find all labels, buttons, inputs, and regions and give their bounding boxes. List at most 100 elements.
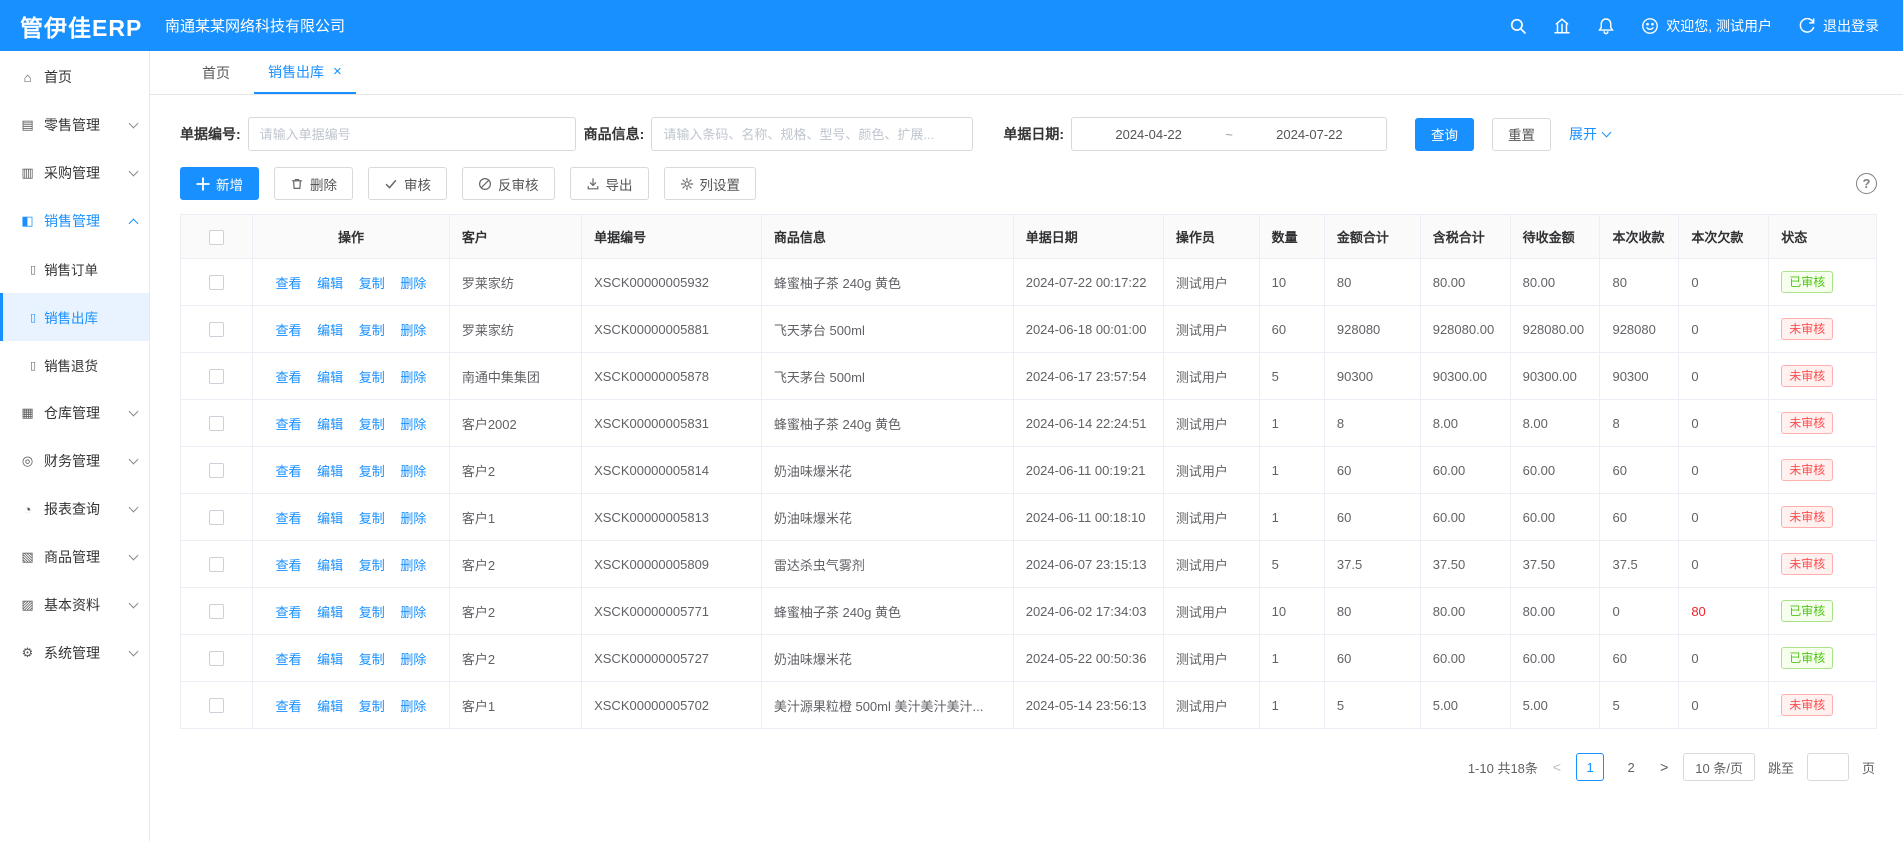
- copy-link[interactable]: 复制: [359, 370, 385, 385]
- delete-link[interactable]: 删除: [400, 699, 426, 714]
- delete-link[interactable]: 删除: [400, 605, 426, 620]
- next-page-button[interactable]: >: [1658, 759, 1670, 775]
- delete-link[interactable]: 删除: [400, 464, 426, 479]
- view-link[interactable]: 查看: [275, 464, 301, 479]
- status-badge: 已审核: [1781, 647, 1833, 669]
- export-button[interactable]: 导出: [570, 167, 649, 200]
- copy-link[interactable]: 复制: [359, 558, 385, 573]
- page-1-button[interactable]: 1: [1576, 753, 1604, 781]
- view-link[interactable]: 查看: [275, 323, 301, 338]
- copy-link[interactable]: 复制: [359, 699, 385, 714]
- sidebar-item-products[interactable]: ▧ 商品管理: [0, 533, 149, 581]
- row-checkbox[interactable]: [209, 557, 224, 572]
- delete-button[interactable]: 删除: [274, 167, 353, 200]
- copy-link[interactable]: 复制: [359, 652, 385, 667]
- query-button[interactable]: 查询: [1415, 118, 1474, 151]
- delete-link[interactable]: 删除: [400, 652, 426, 667]
- delete-link[interactable]: 删除: [400, 558, 426, 573]
- edit-link[interactable]: 编辑: [317, 464, 343, 479]
- operator-cell: 测试用户: [1163, 635, 1259, 682]
- date-range-picker[interactable]: 2024-04-22 ~ 2024-07-22: [1071, 117, 1387, 151]
- sidebar-item-label: 系统管理: [44, 643, 100, 663]
- edit-link[interactable]: 编辑: [317, 417, 343, 432]
- expand-link[interactable]: 展开: [1569, 124, 1610, 144]
- tab-sales-outbound[interactable]: 销售出库 ×: [254, 51, 356, 94]
- sidebar-item-purchase[interactable]: ▥ 采购管理: [0, 149, 149, 197]
- sidebar-item-reports[interactable]: ◔ 报表查询: [0, 485, 149, 533]
- edit-link[interactable]: 编辑: [317, 699, 343, 714]
- view-link[interactable]: 查看: [275, 652, 301, 667]
- view-link[interactable]: 查看: [275, 417, 301, 432]
- view-link[interactable]: 查看: [275, 370, 301, 385]
- edit-link[interactable]: 编辑: [317, 605, 343, 620]
- add-button[interactable]: 新增: [180, 167, 259, 200]
- sidebar-item-sales-returns[interactable]: ▯ 销售退货: [0, 341, 149, 389]
- copy-link[interactable]: 复制: [359, 511, 385, 526]
- row-checkbox[interactable]: [209, 698, 224, 713]
- edit-link[interactable]: 编辑: [317, 652, 343, 667]
- row-checkbox[interactable]: [209, 604, 224, 619]
- search-icon[interactable]: [1509, 17, 1527, 35]
- sidebar-item-retail[interactable]: ▤ 零售管理: [0, 101, 149, 149]
- row-checkbox[interactable]: [209, 322, 224, 337]
- page-2-button[interactable]: 2: [1617, 753, 1645, 781]
- view-link[interactable]: 查看: [275, 605, 301, 620]
- edit-link[interactable]: 编辑: [317, 511, 343, 526]
- sidebar-item-finance[interactable]: ◎ 财务管理: [0, 437, 149, 485]
- row-checkbox[interactable]: [209, 275, 224, 290]
- copy-link[interactable]: 复制: [359, 323, 385, 338]
- report-icon: ◔: [20, 502, 35, 517]
- qty-cell: 5: [1259, 353, 1324, 400]
- product-info-input[interactable]: [651, 117, 973, 151]
- delete-link[interactable]: 删除: [400, 323, 426, 338]
- view-link[interactable]: 查看: [275, 511, 301, 526]
- sidebar-item-warehouse[interactable]: ▦ 仓库管理: [0, 389, 149, 437]
- row-checkbox[interactable]: [209, 416, 224, 431]
- copy-link[interactable]: 复制: [359, 464, 385, 479]
- reset-button[interactable]: 重置: [1492, 118, 1551, 151]
- tab-label: 首页: [202, 63, 230, 83]
- delete-link[interactable]: 删除: [400, 511, 426, 526]
- sidebar-item-system[interactable]: ⚙ 系统管理: [0, 629, 149, 677]
- row-checkbox[interactable]: [209, 463, 224, 478]
- unaudit-button[interactable]: 反审核: [462, 167, 555, 200]
- logout-button[interactable]: 退出登录: [1798, 16, 1879, 36]
- jump-page-input[interactable]: [1807, 753, 1849, 781]
- sidebar-item-sales-outbound[interactable]: ▯ 销售出库: [0, 293, 149, 341]
- help-icon[interactable]: ?: [1856, 173, 1877, 194]
- view-link[interactable]: 查看: [275, 558, 301, 573]
- bell-icon[interactable]: [1597, 17, 1615, 35]
- edit-link[interactable]: 编辑: [317, 370, 343, 385]
- doc-no-input[interactable]: [248, 117, 576, 151]
- sidebar-item-basic-data[interactable]: ▨ 基本资料: [0, 581, 149, 629]
- copy-link[interactable]: 复制: [359, 605, 385, 620]
- edit-link[interactable]: 编辑: [317, 558, 343, 573]
- building-icon[interactable]: [1553, 17, 1571, 35]
- row-checkbox[interactable]: [209, 369, 224, 384]
- view-link[interactable]: 查看: [275, 276, 301, 291]
- tab-close-icon[interactable]: ×: [333, 64, 342, 79]
- customer-cell: 客户1: [449, 682, 581, 729]
- edit-link[interactable]: 编辑: [317, 276, 343, 291]
- view-link[interactable]: 查看: [275, 699, 301, 714]
- delete-link[interactable]: 删除: [400, 276, 426, 291]
- edit-link[interactable]: 编辑: [317, 323, 343, 338]
- column-settings-button[interactable]: 列设置: [664, 167, 757, 200]
- tab-home[interactable]: 首页: [188, 51, 244, 94]
- prev-page-button[interactable]: <: [1551, 759, 1563, 775]
- copy-link[interactable]: 复制: [359, 276, 385, 291]
- chevron-up-icon: [129, 218, 139, 228]
- page-size-select[interactable]: 10 条/页: [1683, 753, 1755, 781]
- select-all-checkbox[interactable]: [209, 230, 224, 245]
- copy-link[interactable]: 复制: [359, 417, 385, 432]
- delete-link[interactable]: 删除: [400, 370, 426, 385]
- row-checkbox[interactable]: [209, 651, 224, 666]
- sidebar-item-sales-orders[interactable]: ▯ 销售订单: [0, 245, 149, 293]
- row-checkbox[interactable]: [209, 510, 224, 525]
- sidebar-item-sales[interactable]: ◧ 销售管理: [0, 197, 149, 245]
- trash-icon: [290, 177, 304, 191]
- delete-link[interactable]: 删除: [400, 417, 426, 432]
- welcome-user[interactable]: 欢迎您, 测试用户: [1641, 16, 1772, 36]
- audit-button[interactable]: 审核: [368, 167, 447, 200]
- sidebar-item-home[interactable]: ⌂ 首页: [0, 53, 149, 101]
